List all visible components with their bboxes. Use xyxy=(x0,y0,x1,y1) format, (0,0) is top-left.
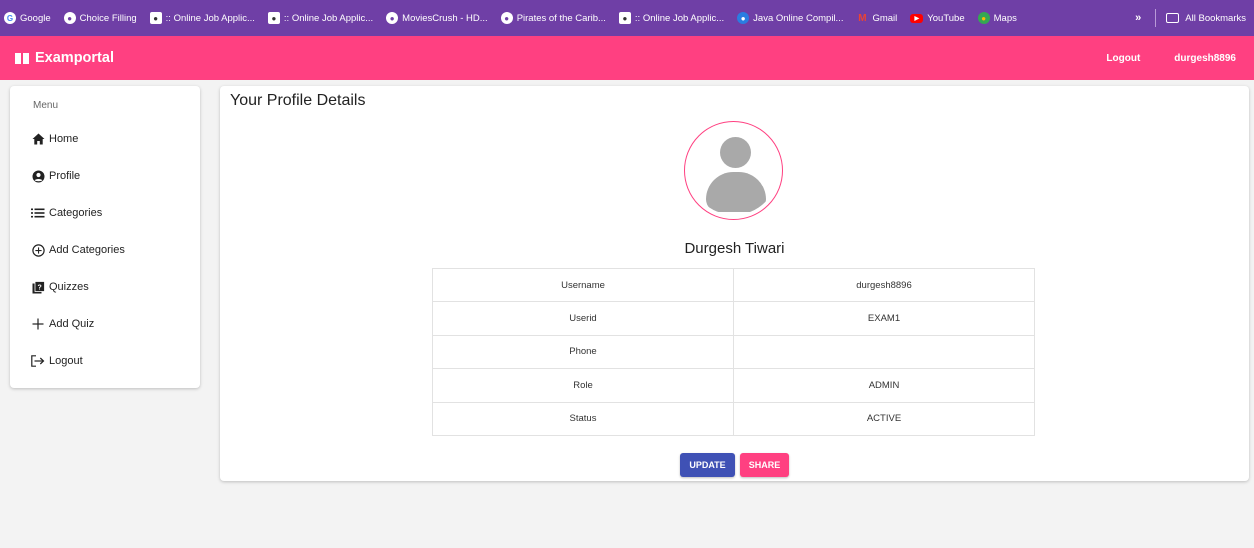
globe-icon: ● xyxy=(500,12,513,24)
bookmark-label: Maps xyxy=(993,12,1017,24)
row-value xyxy=(733,334,1035,370)
bookmark-label: MoviesCrush - HD... xyxy=(402,12,488,24)
row-value: ACTIVE xyxy=(733,401,1035,436)
home-icon xyxy=(31,132,45,146)
sidebar-item-logout[interactable]: Logout xyxy=(31,354,83,368)
bookmark-label: Gmail xyxy=(872,12,898,24)
globe-icon: ● xyxy=(63,12,76,24)
row-value: durgesh8896 xyxy=(733,267,1035,303)
bookmark-java-compiler[interactable]: ● Java Online Compil... xyxy=(737,12,843,24)
globe-icon: ● xyxy=(386,12,399,24)
table-row: Username durgesh8896 xyxy=(432,267,1035,303)
profile-actions: UPDATE SHARE xyxy=(220,453,1249,477)
brand[interactable]: Examportal xyxy=(15,50,114,66)
update-button[interactable]: UPDATE xyxy=(680,453,735,477)
sidebar-item-label: Add Quiz xyxy=(49,318,95,330)
folder-icon xyxy=(1166,13,1180,23)
sidebar-item-home[interactable]: Home xyxy=(31,132,78,146)
table-row: Role ADMIN xyxy=(432,368,1035,403)
row-value: EXAM1 xyxy=(733,301,1035,336)
sidebar-item-add-quiz[interactable]: Add Quiz xyxy=(31,317,94,331)
bookmark-label: Pirates of the Carib... xyxy=(516,12,606,24)
sidebar: Menu Home Profile Categories Add Categor… xyxy=(10,86,200,388)
bookmark-gmail[interactable]: M Gmail xyxy=(856,12,897,24)
divider xyxy=(1155,9,1157,27)
table-row: Phone xyxy=(432,334,1035,370)
bookmark-label: :: Online Job Applic... xyxy=(165,12,255,24)
quiz-icon: ? xyxy=(31,280,45,294)
svg-text:?: ? xyxy=(37,284,41,291)
bookmark-online-job-1[interactable]: ●:: Online Job Applic... xyxy=(149,12,255,24)
person-icon xyxy=(690,127,778,215)
table-row: Userid EXAM1 xyxy=(432,301,1035,336)
youtube-icon: ▶ xyxy=(910,13,924,23)
bookmark-label: Choice Filling xyxy=(79,12,137,24)
app-toolbar: Examportal Logout durgesh8896 xyxy=(0,36,1254,80)
more-bookmarks-button[interactable]: » xyxy=(1135,12,1141,24)
list-icon xyxy=(31,206,45,220)
brand-name: Examportal xyxy=(35,50,114,66)
job-icon: ● xyxy=(618,12,631,24)
profile-card: Your Profile Details Durgesh Tiwari User… xyxy=(220,86,1249,481)
bookmark-label: YouTube xyxy=(927,12,965,24)
toolbar-actions: Logout durgesh8896 xyxy=(1072,36,1236,80)
all-bookmarks-button[interactable]: All Bookmarks xyxy=(1185,13,1246,24)
bookmark-label: Google xyxy=(20,12,51,24)
job-icon: ● xyxy=(267,12,280,24)
avatar xyxy=(684,121,783,220)
java-icon: ● xyxy=(737,12,750,24)
sidebar-item-add-categories[interactable]: Add Categories xyxy=(31,243,125,257)
profile-details-table: Username durgesh8896 Userid EXAM1 Phone … xyxy=(432,267,1035,436)
menu-title: Menu xyxy=(33,100,59,111)
logout-icon xyxy=(31,354,45,368)
bookmark-moviescrush[interactable]: ● MoviesCrush - HD... xyxy=(386,12,488,24)
row-label: Userid xyxy=(432,301,734,336)
sidebar-item-label: Add Categories xyxy=(49,244,125,256)
bookmark-label: :: Online Job Applic... xyxy=(283,12,374,24)
table-row: Status ACTIVE xyxy=(432,401,1035,436)
bookmark-label: :: Online Job Applic... xyxy=(634,12,725,24)
account-circle-icon xyxy=(31,169,45,183)
add-circle-icon xyxy=(31,243,45,257)
sidebar-item-label: Quizzes xyxy=(49,281,89,293)
bookmark-pirates[interactable]: ● Pirates of the Carib... xyxy=(500,12,606,24)
sidebar-item-profile[interactable]: Profile xyxy=(31,169,80,183)
bookmark-online-job-3[interactable]: ●:: Online Job Applic... xyxy=(618,12,725,24)
row-value: ADMIN xyxy=(733,368,1035,403)
bookmark-online-job-2[interactable]: ●:: Online Job Applic... xyxy=(267,12,374,24)
bookmarks-right: » All Bookmarks xyxy=(1135,0,1246,36)
bookmark-youtube[interactable]: ▶ YouTube xyxy=(910,12,965,24)
share-button[interactable]: SHARE xyxy=(740,453,789,477)
row-label: Role xyxy=(432,368,734,403)
bookmark-choice-filling[interactable]: ● Choice Filling xyxy=(63,12,137,24)
logout-button[interactable]: Logout xyxy=(1106,53,1140,64)
page-title: Your Profile Details xyxy=(230,92,366,109)
row-label: Phone xyxy=(432,334,734,370)
bookmark-google[interactable]: G Google xyxy=(4,12,51,24)
profile-full-name: Durgesh Tiwari xyxy=(684,240,785,257)
job-icon: ● xyxy=(149,12,162,24)
sidebar-item-categories[interactable]: Categories xyxy=(31,206,102,220)
maps-icon: ● xyxy=(977,12,990,24)
sidebar-item-label: Logout xyxy=(49,355,83,367)
sidebar-item-label: Profile xyxy=(49,170,81,182)
gmail-icon: M xyxy=(858,12,867,24)
book-icon xyxy=(15,52,29,64)
row-label: Username xyxy=(432,267,734,303)
bookmark-label: Java Online Compil... xyxy=(753,12,844,24)
sidebar-item-label: Home xyxy=(49,133,79,145)
sidebar-item-label: Categories xyxy=(49,207,103,219)
bookmarks-bar: G Google ● Choice Filling ●:: Online Job A… xyxy=(0,0,1254,36)
plus-icon xyxy=(31,317,45,331)
google-icon: G xyxy=(4,12,16,24)
sidebar-item-quizzes[interactable]: ? Quizzes xyxy=(31,280,89,294)
username-button[interactable]: durgesh8896 xyxy=(1174,53,1236,64)
bookmark-maps[interactable]: ● Maps xyxy=(977,12,1017,24)
row-label: Status xyxy=(432,401,734,436)
